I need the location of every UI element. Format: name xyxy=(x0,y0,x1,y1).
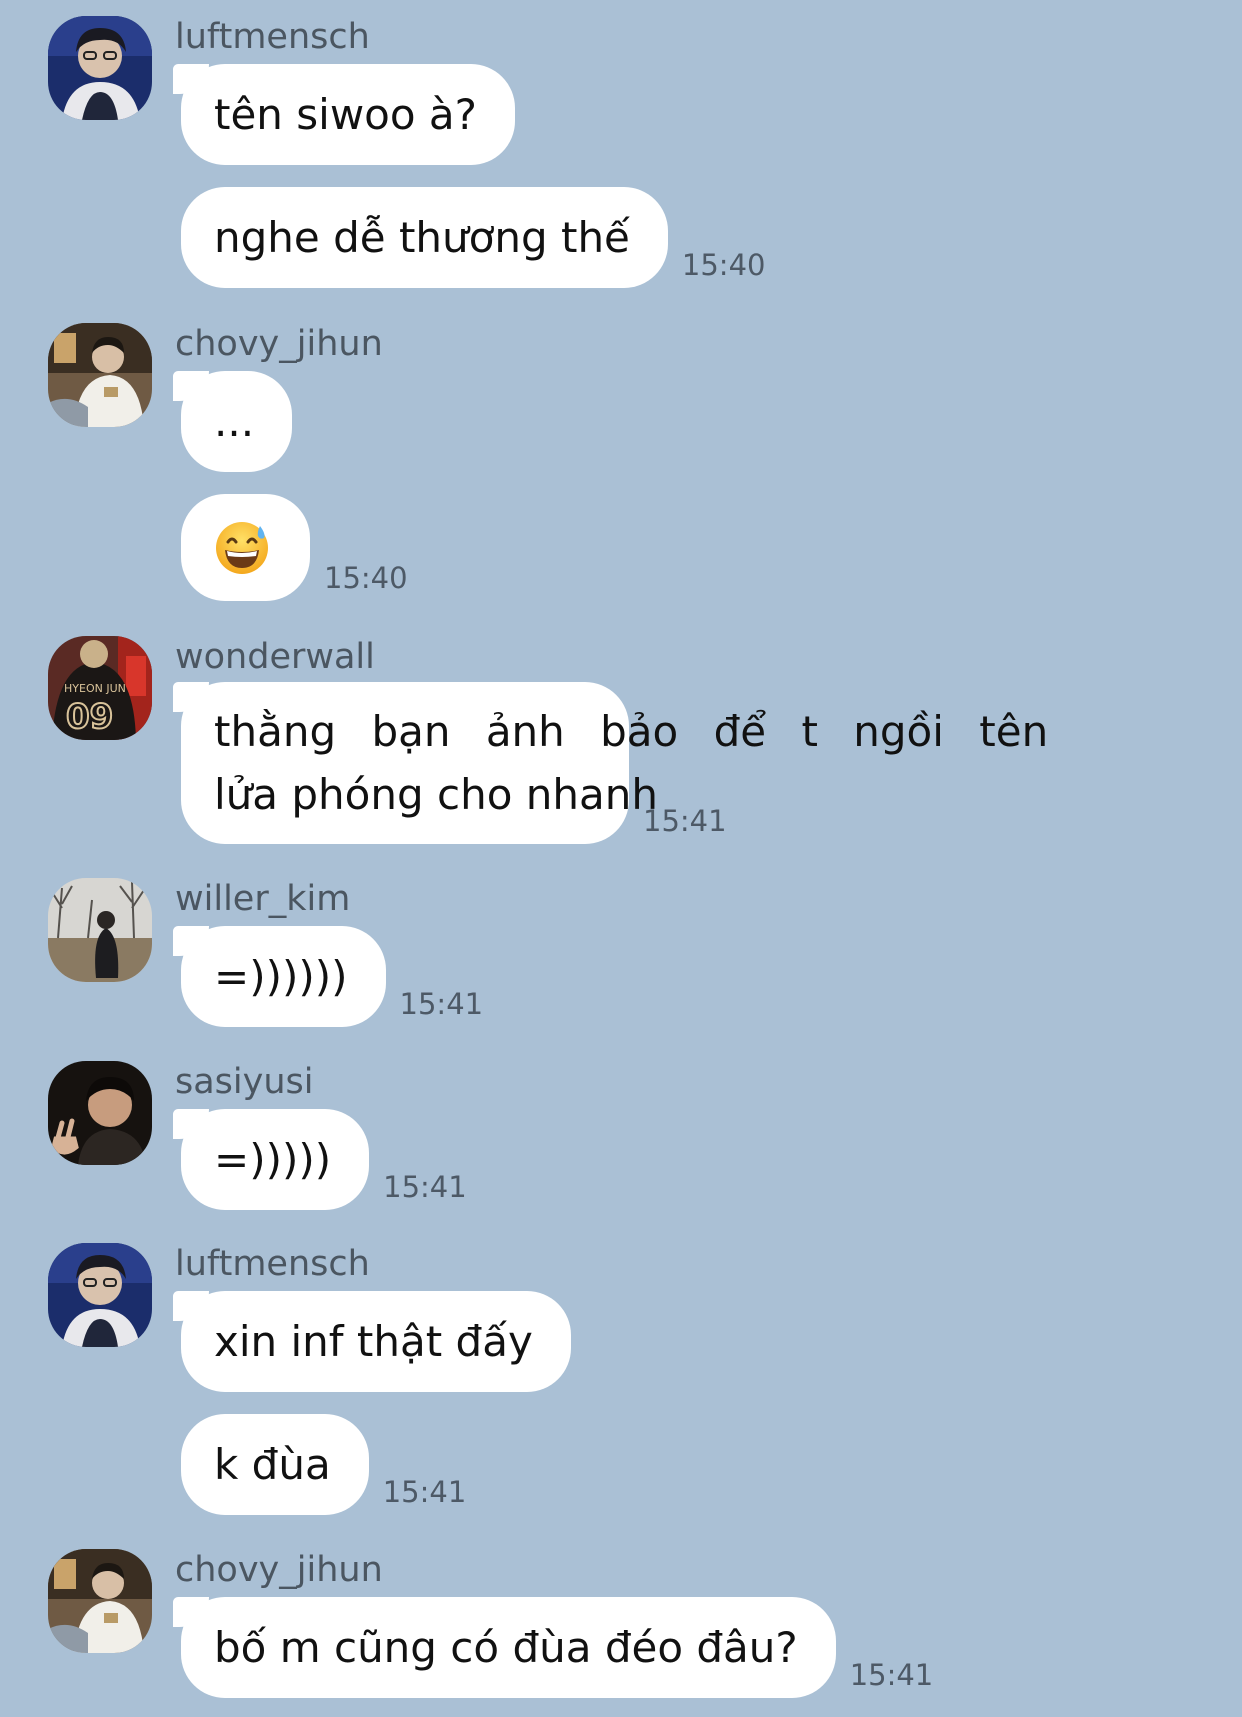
avatar[interactable] xyxy=(48,323,152,427)
message-timestamp: 15:40 xyxy=(681,248,766,282)
message-row: ... xyxy=(172,371,293,472)
message-bubble[interactable]: =)))))) xyxy=(173,926,386,1027)
sender-name: wonderwall xyxy=(175,637,375,677)
message-text: =))))) xyxy=(214,1135,332,1184)
avatar[interactable] xyxy=(48,1061,152,1165)
message-text: =)))))) xyxy=(214,952,348,1001)
message-timestamp: 15:41 xyxy=(399,987,484,1021)
message-bubble[interactable]: ... xyxy=(172,371,293,472)
message-row: xin inf thật đấy xyxy=(173,1291,571,1392)
message-row: nghe dễ thương thế 15:40 xyxy=(181,187,765,288)
sender-name: sasiyusi xyxy=(175,1062,314,1102)
message-bubble[interactable] xyxy=(181,494,310,601)
sender-name: chovy_jihun xyxy=(175,324,383,364)
avatar-wonderwall-image: HYEON JUN 09 xyxy=(48,636,152,740)
message-bubble[interactable]: k đùa xyxy=(181,1414,369,1515)
message-bubble[interactable]: =))))) xyxy=(172,1109,370,1210)
message-row: =)))))) 15:41 xyxy=(173,926,484,1027)
message-text: xin inf thật đấy xyxy=(214,1317,533,1366)
message-bubble[interactable]: tên siwoo à? xyxy=(173,64,515,165)
avatar-luftmensch-image xyxy=(48,1243,152,1347)
avatar[interactable] xyxy=(48,16,152,120)
avatar-chovy-jihun-image xyxy=(48,323,152,427)
message-row: bố m cũng có đùa đéo đâu? 15:41 xyxy=(173,1597,934,1698)
message-text: tên siwoo à? xyxy=(214,90,477,139)
message-row: tên siwoo à? xyxy=(173,64,515,165)
message-row: =))))) 15:41 xyxy=(172,1109,467,1210)
sender-name: chovy_jihun xyxy=(175,1550,383,1590)
message-timestamp: 15:41 xyxy=(383,1170,467,1204)
sender-name: luftmensch xyxy=(175,1244,370,1284)
avatar-luftmensch-image xyxy=(48,16,152,120)
avatar-chovy-jihun-image xyxy=(48,1549,152,1653)
message-bubble[interactable]: bố m cũng có đùa đéo đâu? xyxy=(173,1597,836,1698)
message-timestamp: 15:41 xyxy=(849,1658,934,1692)
message-timestamp: 15:41 xyxy=(382,1475,467,1509)
svg-text:09: 09 xyxy=(66,697,113,737)
message-text-line: thằng bạn ảnh bảo để t ngồi tên xyxy=(214,707,1049,756)
message-text: ... xyxy=(214,397,255,446)
grinning-face-with-sweat-emoji xyxy=(216,521,268,574)
message-timestamp: 15:40 xyxy=(324,561,408,595)
message-bubble[interactable]: nghe dễ thương thế xyxy=(181,187,668,288)
message-bubble[interactable]: thằng bạn ảnh bảo để t ngồi tên lửa phón… xyxy=(173,682,1049,844)
sender-name: luftmensch xyxy=(175,17,370,57)
avatar[interactable]: HYEON JUN 09 xyxy=(48,636,152,740)
avatar[interactable] xyxy=(48,1549,152,1653)
message-row: k đùa 15:41 xyxy=(181,1414,466,1515)
sender-name: willer_kim xyxy=(175,879,351,919)
message-row: thằng bạn ảnh bảo để t ngồi tên lửa phón… xyxy=(173,682,1049,844)
message-bubble[interactable]: xin inf thật đấy xyxy=(173,1291,571,1392)
avatar[interactable] xyxy=(48,1243,152,1347)
message-text: nghe dễ thương thế xyxy=(214,213,630,262)
message-text: k đùa xyxy=(214,1440,331,1489)
message-row: 15:40 xyxy=(181,494,408,601)
svg-text:HYEON JUN: HYEON JUN xyxy=(64,682,126,695)
chat-message-list[interactable]: luftmensch tên siwoo à? nghe dễ thương t… xyxy=(0,0,1242,1717)
avatar-willer-kim-image xyxy=(48,878,152,982)
message-text: bố m cũng có đùa đéo đâu? xyxy=(214,1623,798,1672)
avatar-sasiyusi-image xyxy=(48,1061,152,1165)
avatar[interactable] xyxy=(48,878,152,982)
message-text-line: lửa phóng cho nhanh xyxy=(214,770,658,819)
